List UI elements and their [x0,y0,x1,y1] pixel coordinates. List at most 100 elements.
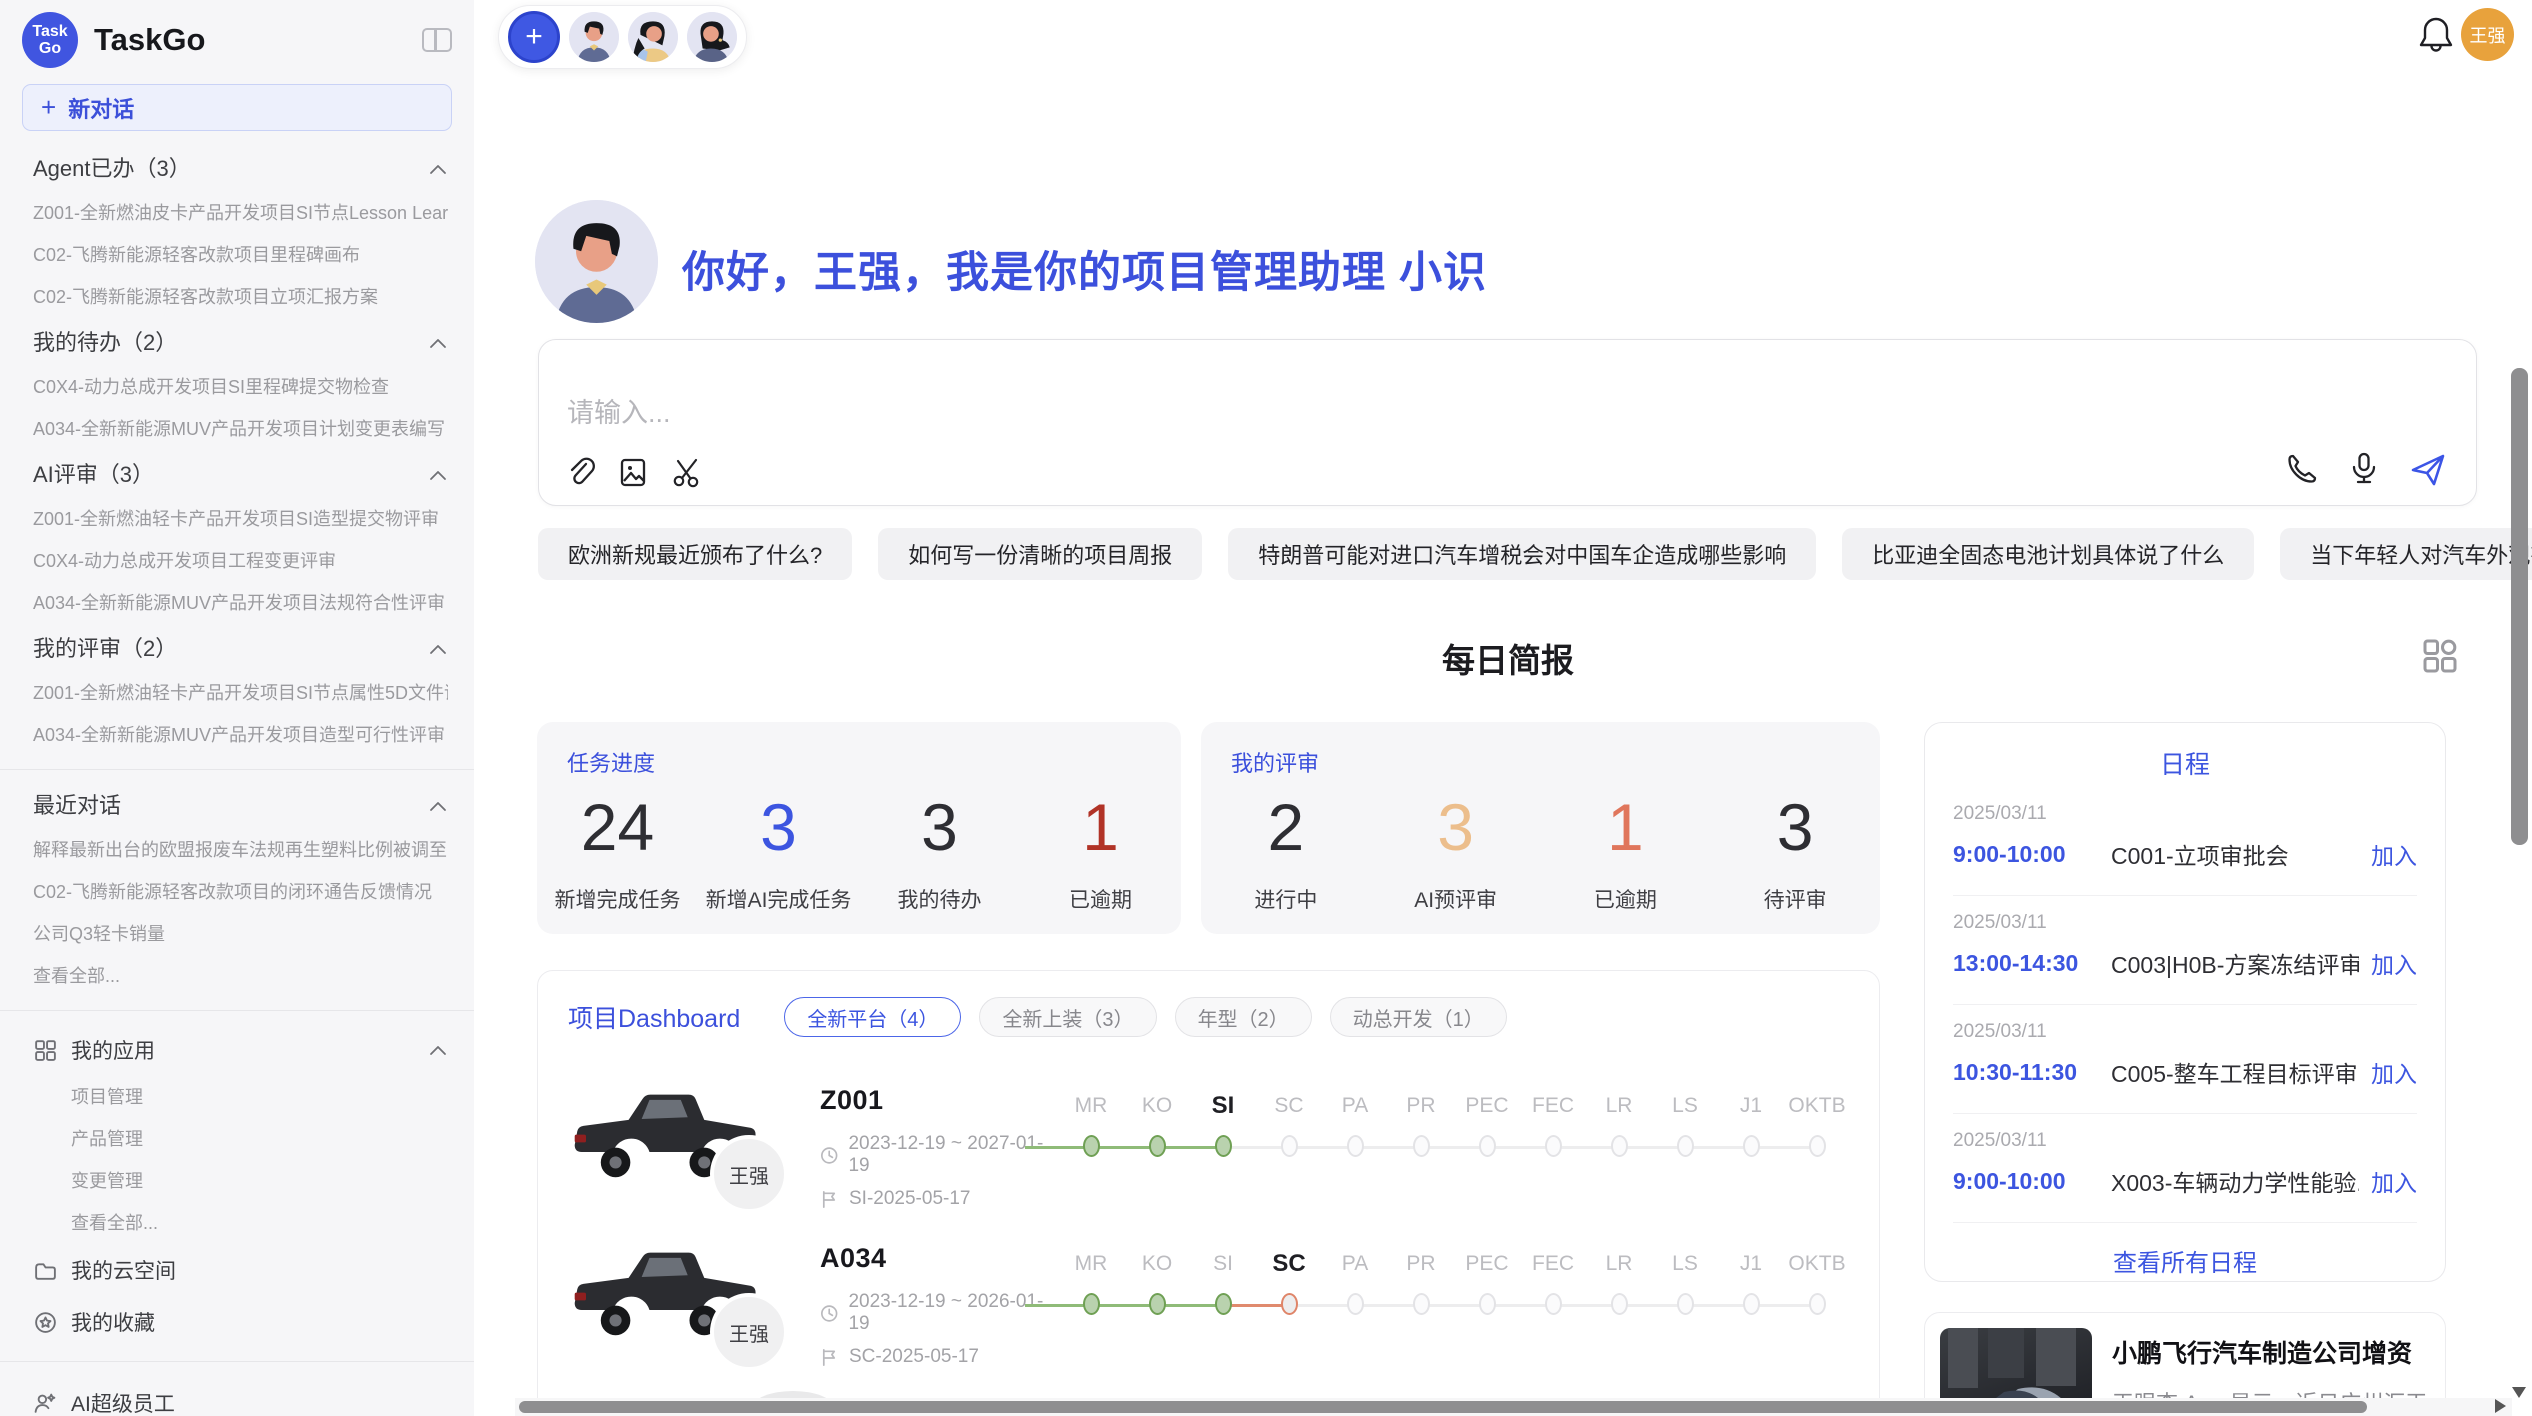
view-all-schedule-link[interactable]: 查看所有日程 [1925,1243,2445,1278]
agent-avatar-2[interactable] [628,12,678,62]
project-row-z001[interactable]: 王强 Z001 2023-12-19 ~ 2027-01-19 [538,1059,1879,1217]
tab-new-body[interactable]: 全新上装（3） [979,997,1156,1037]
milestone: PEC [1454,1249,1520,1375]
stat: 2 进行中 [1201,788,1371,914]
chevron-up-icon [428,336,448,350]
suggestion-chips: 欧洲新规最近颁布了什么? 如何写一份清晰的项目周报特朗普可能对进口汽车增税会对中国… [538,528,2478,580]
milestone-dot [1677,1293,1694,1315]
sidebar-task-item[interactable]: Z001-全新燃油轻卡产品开发项目SI节点属性5D文件评审 [33,683,448,703]
schedule-time: 9:00-10:00 [1953,1168,2111,1195]
milestone-label: OKTB [1788,1091,1845,1121]
horizontal-scrollbar-thumb[interactable] [519,1401,2367,1413]
user-avatar[interactable]: 王强 [2461,8,2514,61]
suggestion-chip[interactable]: 当下年轻人对汽车外观有怎样的喜好趋势 [2280,528,2532,580]
milestone-label: J1 [1740,1091,1762,1121]
tab-powertrain[interactable]: 动总开发（1） [1330,997,1507,1037]
suggestion-chip[interactable]: 特朗普可能对进口汽车增税会对中国车企造成哪些影响 [1228,528,1816,580]
milestone-label: PR [1406,1249,1435,1279]
scroll-down-arrow[interactable] [2512,1387,2526,1398]
person-avatar-icon [687,12,737,62]
sidebar-task-item[interactable]: C02-飞腾新能源轻客改款项目立项汇报方案 [33,287,448,307]
schedule-date: 2025/03/11 [1953,803,2417,825]
sidebar-task-item[interactable]: A034-全新新能源MUV产品开发项目计划变更表编写 [33,419,448,439]
suggestion-chip[interactable]: 如何写一份清晰的项目周报 [878,528,1202,580]
recent-chats-list: 解释最新出台的欧盟报废车法规再生塑料比例被调至15%... C02-飞腾新能源轻客… [33,840,448,986]
schedule-time: 13:00-14:30 [1953,950,2111,977]
section-header-my-todo[interactable]: 我的待办（2） [33,331,448,355]
section-header-my-review[interactable]: 我的评审（2） [33,637,448,661]
notifications-bell-icon[interactable] [2416,14,2456,58]
tab-model-year[interactable]: 年型（2） [1175,997,1312,1037]
milestone-dot [1347,1293,1364,1315]
section-header-ai-review[interactable]: AI评审（3） [33,463,448,487]
sidebar-task-item[interactable]: C02-飞腾新能源轻客改款项目里程碑画布 [33,245,448,265]
stat-label: 进行中 [1201,884,1371,914]
join-button[interactable]: 加入 [2371,1055,2417,1089]
join-button[interactable]: 加入 [2371,1164,2417,1198]
sidebar-task-item[interactable]: C0X4-动力总成开发项目工程变更评审 [33,551,448,571]
schedule-row: 9:00-10:00 C001-立项审批会 加入 [1953,837,2417,871]
project-dashboard-card: 项目Dashboard 全新平台（4） 全新上装（3） 年型（2） 动总开发（1… [537,970,1880,1416]
agent-avatar-3[interactable] [687,12,737,62]
stat-value: 1 [1020,788,1181,866]
milestone-label: MR [1075,1091,1108,1121]
app-item[interactable]: 产品管理 [71,1129,448,1149]
sidebar-task-item[interactable]: A034-全新新能源MUV产品开发项目法规符合性评审 [33,593,448,613]
recent-chat-item[interactable]: C02-飞腾新能源轻客改款项目的闭环通告反馈情况 [33,882,448,902]
milestone-label: KO [1142,1249,1172,1279]
sidebar-item-ai-super-staff[interactable]: AI超级员工 [33,1388,448,1416]
new-chat-button[interactable]: + 新对话 [22,84,452,131]
schedule-name: C005-整车工程目标评审 [2111,1055,2359,1089]
recent-chat-item[interactable]: 查看全部... [33,966,448,986]
phone-call-icon[interactable] [2284,451,2320,487]
add-agent-button[interactable]: + [508,11,560,63]
section-header-agent-done[interactable]: Agent已办（3） [33,157,448,181]
image-icon[interactable] [617,456,649,488]
recent-chat-item[interactable]: 解释最新出台的欧盟报废车法规再生塑料比例被调至15%... [33,840,448,860]
join-button[interactable]: 加入 [2371,837,2417,871]
milestone: PA [1322,1091,1388,1217]
app-root: Task Go TaskGo + 新对话 Agent已办（3） Z001-全新燃… [0,0,2532,1416]
section-header-recent-chats[interactable]: 最近对话 [33,794,448,818]
milestone-label: FEC [1532,1249,1574,1279]
vertical-scrollbar-thumb[interactable] [2511,368,2528,845]
flag-milestone: SC-2025-05-17 [849,1346,979,1368]
owner-name: 王强 [729,1160,769,1189]
tab-new-platform[interactable]: 全新平台（4） [784,997,961,1037]
schedule-list: 2025/03/11 9:00-10:00 C001-立项审批会 加入 2025… [1925,781,2445,1223]
sidebar-task-item[interactable]: Z001-全新燃油皮卡产品开发项目SI节点Lesson Learn报告 [33,203,448,223]
suggestion-chip[interactable]: 比亚迪全固态电池计划具体说了什么 [1842,528,2254,580]
sidebar-item-cloud-space[interactable]: 我的云空间 [33,1255,448,1285]
owner-name: 王强 [729,1318,769,1347]
layout-grid-icon[interactable] [2420,636,2460,676]
sidebar-task-item[interactable]: C0X4-动力总成开发项目SI里程碑提交物检查 [33,377,448,397]
chevron-up-icon [428,642,448,656]
suggestion-chip[interactable]: 欧洲新规最近颁布了什么? [538,528,852,580]
project-row-a034[interactable]: 王强 A034 2023-12-19 ~ 2026-01-19 [538,1217,1879,1375]
cloud-folder-icon [33,1258,58,1283]
sidebar-collapse-icon[interactable] [422,28,452,52]
agent-avatar-1[interactable] [569,12,619,62]
sidebar-task-item[interactable]: Z001-全新燃油轻卡产品开发项目SI造型提交物评审 [33,509,448,529]
chat-input[interactable] [567,398,2067,429]
recent-chat-item[interactable]: 公司Q3轻卡销量 [33,924,448,944]
microphone-icon[interactable] [2346,451,2382,487]
schedule-title: 日程 [1925,745,2445,781]
chevron-up-icon [428,468,448,482]
card-title: 我的评审 [1231,746,1319,778]
card-title: 任务进度 [567,746,655,778]
scroll-right-arrow[interactable] [2495,1399,2506,1413]
schedule-date: 2025/03/11 [1953,1130,2417,1152]
join-button[interactable]: 加入 [2371,946,2417,980]
app-item[interactable]: 查看全部... [71,1213,448,1233]
milestone: J1 [1718,1091,1784,1217]
app-item[interactable]: 项目管理 [71,1087,448,1107]
sidebar-item-my-apps[interactable]: 我的应用 [33,1035,448,1065]
attachment-paperclip-icon[interactable] [565,456,597,488]
send-icon[interactable] [2408,449,2448,489]
milestone-dot [1149,1293,1166,1315]
app-item[interactable]: 变更管理 [71,1171,448,1191]
sidebar-item-favorites[interactable]: 我的收藏 [33,1307,448,1337]
sidebar-task-item[interactable]: A034-全新新能源MUV产品开发项目造型可行性评审 [33,725,448,745]
scissors-icon[interactable] [669,455,703,489]
